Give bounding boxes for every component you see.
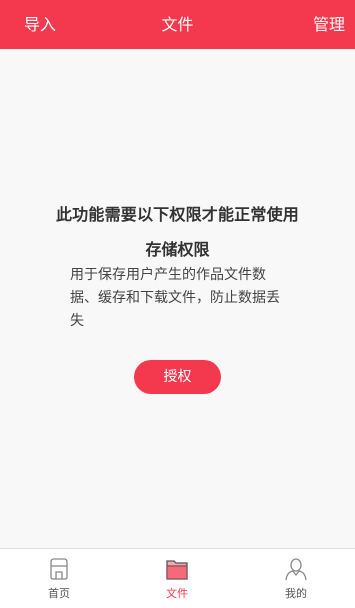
permission-heading: 此功能需要以下权限才能正常使用 xyxy=(55,205,299,224)
user-icon xyxy=(285,558,307,581)
permission-name: 存储权限 xyxy=(145,240,210,259)
tab-home-label: 首页 xyxy=(48,587,70,600)
app-root: 导入 文件 管理 此功能需要以下权限才能正常使用 存储权限 用于保存用户产生的作… xyxy=(0,0,355,608)
authorize-button[interactable]: 授权 xyxy=(134,360,221,394)
home-icon xyxy=(50,558,68,580)
tab-mine[interactable]: 我的 xyxy=(237,549,355,608)
permission-description: 用于保存用户产生的作品文件数据、缓存和下载文件，防止数据丢失 xyxy=(70,267,280,329)
tab-files[interactable]: 文件 xyxy=(118,549,236,608)
tab-files-label: 文件 xyxy=(166,587,188,600)
import-button[interactable]: 导入 xyxy=(24,0,56,49)
bottom-tabbar: 首页 文件 我的 xyxy=(0,548,355,608)
tab-home[interactable]: 首页 xyxy=(0,549,118,608)
tab-mine-label: 我的 xyxy=(285,587,307,600)
permission-panel: 此功能需要以下权限才能正常使用 存储权限 用于保存用户产生的作品文件数据、缓存和… xyxy=(0,49,355,548)
top-header: 导入 文件 管理 xyxy=(0,0,355,49)
folder-icon xyxy=(166,560,188,580)
manage-button[interactable]: 管理 xyxy=(313,0,345,49)
